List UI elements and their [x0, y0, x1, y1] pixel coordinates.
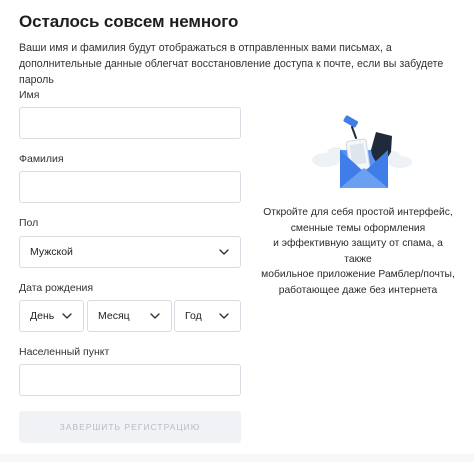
birth-year-value: Год: [185, 310, 202, 322]
finish-registration-button[interactable]: ЗАВЕРШИТЬ РЕГИСТРАЦИЮ: [19, 411, 241, 443]
city-label: Населенный пункт: [19, 346, 110, 358]
birth-month-select[interactable]: Месяц: [87, 300, 172, 332]
chevron-down-icon: [218, 310, 230, 322]
page-subtitle: Ваши имя и фамилия будут отображаться в …: [19, 42, 444, 86]
city-field[interactable]: [19, 364, 241, 396]
first-name-label: Имя: [19, 89, 40, 101]
last-name-input[interactable]: [20, 172, 240, 202]
last-name-field[interactable]: [19, 171, 241, 203]
birth-date-label: Дата рождения: [19, 282, 94, 294]
birth-day-select[interactable]: День: [19, 300, 84, 332]
gender-value: Мужской: [30, 246, 73, 258]
birth-day-value: День: [30, 310, 55, 322]
page-bottom-edge: [0, 454, 474, 462]
chevron-down-icon: [218, 246, 230, 258]
gender-label: Пол: [19, 217, 39, 229]
last-name-label: Фамилия: [19, 153, 64, 165]
promo-line-1: Откройте для себя простой интерфейс,: [263, 207, 453, 218]
promo-line-5: работающее даже без интернета: [278, 284, 438, 296]
chevron-down-icon: [149, 310, 161, 322]
promo-line-3: и эффективную защиту от спама, а также: [273, 238, 443, 265]
promo-line-2: сменные темы оформления: [290, 222, 426, 234]
birth-year-select[interactable]: Год: [174, 300, 241, 332]
envelope-with-phone-and-shield-icon: [308, 110, 418, 195]
gender-select[interactable]: Мужской: [19, 236, 241, 268]
first-name-input[interactable]: [20, 108, 240, 138]
city-input[interactable]: [20, 365, 240, 395]
promo-line-4: мобильное приложение Рамблер/почты,: [261, 269, 455, 280]
first-name-field[interactable]: [19, 107, 241, 139]
birth-month-value: Месяц: [98, 310, 130, 322]
chevron-down-icon: [61, 310, 73, 322]
promo-text: Откройте для себя простой интерфейс, сме…: [258, 205, 458, 298]
page-title: Осталось совсем немного: [19, 12, 239, 31]
